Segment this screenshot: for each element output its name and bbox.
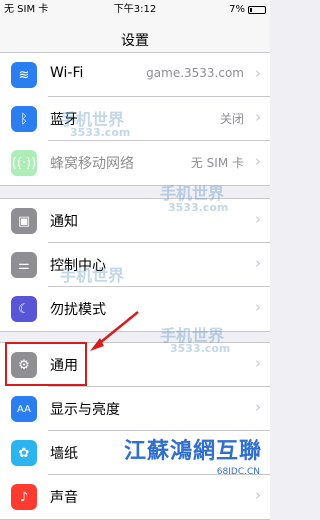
row-label: 蜂窝移动网络 <box>50 156 134 172</box>
wifi-icon: ≋ <box>11 62 37 88</box>
page-title: 设置 <box>121 33 149 49</box>
chevron-right-icon: › <box>255 152 261 170</box>
battery-percent: 7% <box>229 4 245 15</box>
settings-row-control-center[interactable]: ⚌ 控制中心 › <box>0 243 270 287</box>
row-value: 关闭 <box>219 112 244 126</box>
settings-row-bluetooth[interactable]: ᛒ 蓝牙 关闭 › <box>0 97 270 141</box>
watermark-site: 3533.com <box>70 126 131 139</box>
settings-row-wifi[interactable]: ≋ Wi-Fi game.3533.com › <box>0 53 270 97</box>
wallpaper-icon: ✿ <box>11 440 37 466</box>
cellular-icon: ((·)) <box>11 150 37 176</box>
chevron-right-icon: › <box>255 108 261 126</box>
row-label: 勿扰模式 <box>50 302 106 318</box>
status-bar: 无 SIM 卡 下午3:12 7% <box>0 0 270 20</box>
chevron-right-icon: › <box>255 64 261 82</box>
settings-row-notifications[interactable]: ▣ 通知 › <box>0 199 270 243</box>
settings-row-sound[interactable]: ♪ 声音 › <box>0 475 270 519</box>
chevron-right-icon: › <box>255 354 261 372</box>
control-center-icon: ⚌ <box>11 252 37 278</box>
display-icon: AA <box>11 396 37 422</box>
watermark-site-2: 3533.com <box>168 201 229 214</box>
bluetooth-icon: ᛒ <box>11 106 37 132</box>
battery-status: 7% <box>229 0 266 20</box>
banner-watermark-site: 68IDC.CN <box>216 467 260 477</box>
moon-icon: ☾ <box>11 296 37 322</box>
row-label: Wi-Fi <box>50 65 84 81</box>
row-value: game.3533.com <box>146 66 244 80</box>
chevron-right-icon: › <box>255 298 261 316</box>
connectivity-group: ≋ Wi-Fi game.3533.com › ᛒ 蓝牙 关闭 › ((·)) … <box>0 52 270 186</box>
row-label: 墙纸 <box>50 446 78 462</box>
sound-icon: ♪ <box>11 484 37 510</box>
notifications-icon: ▣ <box>11 208 37 234</box>
row-label: 声音 <box>50 490 78 506</box>
battery-icon <box>248 6 266 14</box>
row-label: 显示与亮度 <box>50 402 120 418</box>
chevron-right-icon: › <box>255 254 261 272</box>
chevron-right-icon: › <box>255 398 261 416</box>
watermark-brand-3: 手机世界 <box>60 266 125 285</box>
settings-row-cellular[interactable]: ((·)) 蜂窝移动网络 无 SIM 卡 › <box>0 141 270 185</box>
system-group: ▣ 通知 › ⚌ 控制中心 › ☾ 勿扰模式 › <box>0 198 270 332</box>
chevron-right-icon: › <box>255 210 261 228</box>
settings-row-display[interactable]: AA 显示与亮度 › <box>0 387 270 431</box>
highlight-box <box>5 342 87 386</box>
row-label: 通知 <box>50 214 78 230</box>
watermark-site-4: 3533.com <box>170 342 231 355</box>
chevron-right-icon: › <box>255 486 261 504</box>
row-value: 无 SIM 卡 <box>190 156 244 170</box>
settings-row-do-not-disturb[interactable]: ☾ 勿扰模式 › <box>0 287 270 331</box>
banner-watermark: 江蘇鴻網互聯 <box>123 439 262 464</box>
